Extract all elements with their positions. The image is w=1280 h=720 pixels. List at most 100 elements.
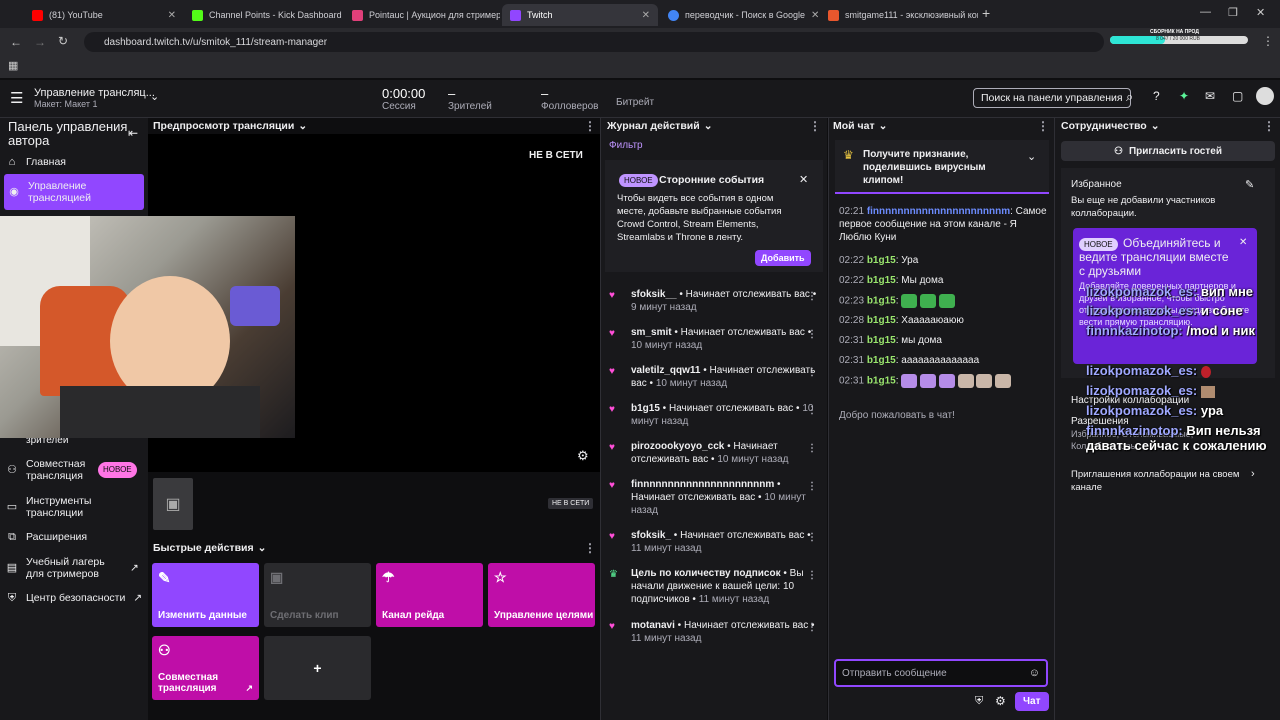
quick-action-collab[interactable]: ⚇ Совместная трансляция ↗	[152, 636, 259, 700]
chevron-down-icon[interactable]: ⌄	[298, 120, 307, 132]
more-options-icon[interactable]: ⋮	[807, 621, 817, 634]
more-options-icon[interactable]: ⋮	[1263, 119, 1275, 133]
invite-guests-button[interactable]: ⚇ Пригласить гостей	[1061, 141, 1275, 161]
gear-icon[interactable]: ⚙	[577, 448, 589, 464]
chevron-down-icon[interactable]: ⌄	[258, 542, 267, 554]
sidebar-item-bootcamp[interactable]: ▤ Учебный лагерь для стримеров ↗	[6, 556, 146, 580]
chat-user[interactable]: b1g15	[867, 255, 896, 266]
shield-icon[interactable]: ⛨	[975, 695, 983, 708]
quick-action-goals[interactable]: ☆ Управление целями	[488, 563, 595, 627]
close-icon[interactable]: ✕	[1239, 237, 1247, 248]
quick-action-clip[interactable]: ▣ Сделать клип	[264, 563, 371, 627]
more-options-icon[interactable]: ⋮	[807, 366, 817, 379]
sparkle-icon[interactable]: ✦	[1179, 89, 1189, 103]
forward-icon[interactable]: →	[34, 35, 46, 49]
avatar[interactable]	[1256, 87, 1274, 105]
maximize-button[interactable]: ❐	[1228, 6, 1238, 19]
emote-picker-icon[interactable]: ☺	[1029, 667, 1040, 679]
chevron-down-icon[interactable]: ⌄	[879, 120, 888, 132]
back-icon[interactable]: ←	[10, 35, 22, 49]
more-options-icon[interactable]: ⋮	[584, 119, 596, 133]
pencil-icon[interactable]: ✎	[1245, 178, 1254, 191]
search-icon[interactable]: ⌕	[1126, 89, 1133, 105]
filter-link[interactable]: Фильтр	[609, 140, 643, 151]
activity-user: sfoksik__	[631, 289, 677, 300]
quick-action-label: Канал рейда	[382, 610, 445, 621]
home-icon: ⌂	[8, 156, 16, 168]
close-icon[interactable]: ✕	[811, 10, 819, 21]
more-options-icon[interactable]: ⋮	[1037, 119, 1049, 133]
add-quick-action-button[interactable]: +	[264, 636, 371, 700]
more-options-icon[interactable]: ⋮	[807, 404, 817, 417]
heart-icon: ♥	[609, 480, 615, 491]
sidebar-item-tools[interactable]: ▭ Инструменты трансляции	[6, 495, 106, 519]
chevron-down-icon[interactable]: ⌄	[704, 120, 713, 132]
chat-user[interactable]: b1g15	[867, 376, 896, 387]
close-icon[interactable]: ✕	[168, 10, 176, 21]
emote-icon	[901, 294, 918, 308]
overlay-chat-line: finnnkazinotop: /mod и ник	[1086, 323, 1276, 338]
sidebar-item-extensions[interactable]: ⧉ Расширения	[6, 531, 87, 543]
chat-user[interactable]: b1g15	[867, 355, 896, 366]
followers-value: –	[541, 86, 549, 101]
chat-user[interactable]: b1g15	[867, 296, 896, 307]
chat-user[interactable]: finnnnnnnnnnnnnnnnnnnnnm	[867, 206, 1010, 217]
scene-thumbnail-icon[interactable]: ▣	[153, 478, 193, 530]
collapse-icon[interactable]: ⇤	[128, 126, 138, 140]
page-title: Управление трансляц...	[34, 87, 155, 99]
notifications-icon[interactable]: ▢	[1232, 89, 1243, 103]
heart-icon: ♥	[609, 531, 615, 542]
hamburger-icon[interactable]: ☰	[10, 89, 23, 107]
sidebar-item-safety[interactable]: ⛨ Центр безопасности ↗	[6, 592, 146, 604]
chevron-down-icon[interactable]: ⌄	[150, 90, 159, 103]
chat-user[interactable]: b1g15	[867, 275, 896, 286]
more-options-icon[interactable]: ⋮	[809, 119, 821, 133]
help-icon[interactable]: ?	[1153, 89, 1160, 103]
url-field[interactable]: dashboard.twitch.tv/u/smitok_111/stream-…	[84, 32, 1104, 52]
more-options-icon[interactable]: ⋮	[807, 480, 817, 493]
tab-youtube[interactable]: (81) YouTube ✕	[24, 4, 184, 26]
close-icon[interactable]: ✕	[799, 173, 808, 186]
close-window-button[interactable]: ✕	[1256, 6, 1265, 19]
minimize-button[interactable]: —	[1200, 6, 1211, 18]
more-options-icon[interactable]: ⋮	[584, 541, 596, 555]
quick-action-edit-info[interactable]: ✎ Изменить данные	[152, 563, 259, 627]
promo-add-button[interactable]: Добавить	[755, 250, 811, 266]
more-options-icon[interactable]: ⋮	[807, 569, 817, 582]
sidebar-item-home[interactable]: ⌂ Главная	[6, 156, 66, 168]
quick-action-raid[interactable]: ☂ Канал рейда	[376, 563, 483, 627]
heart-icon: ♥	[609, 328, 615, 339]
chat-input[interactable]: Отправить сообщение ☺	[834, 659, 1048, 687]
new-tab-button[interactable]: +	[982, 5, 990, 21]
tab-google[interactable]: переводчик - Поиск в Google ✕	[660, 4, 820, 26]
chat-user[interactable]: b1g15	[867, 315, 896, 326]
chat-send-button[interactable]: Чат	[1015, 692, 1049, 711]
chevron-down-icon[interactable]: ⌄	[1151, 120, 1160, 132]
emote-icon	[920, 374, 937, 388]
tab-pointauc[interactable]: Pointauc | Аукцион для стримеров✕	[344, 4, 500, 26]
overlay-text: и соне	[1200, 303, 1243, 318]
sidebar-item-collab[interactable]: ⚇ Совместная трансляция НОВОЕ	[6, 458, 146, 482]
more-options-icon[interactable]: ⋮	[807, 531, 817, 544]
inbox-icon[interactable]: ✉	[1205, 89, 1215, 103]
dashboard-search-button[interactable]: Поиск на панели управления	[973, 88, 1131, 108]
tab-twitch[interactable]: Twitch ✕	[502, 4, 658, 26]
sidebar-item-stream-manager[interactable]: ◉ Управление трансляцией	[4, 174, 144, 210]
chevron-right-icon[interactable]: ›	[1251, 468, 1255, 480]
menu-icon[interactable]: ⋮	[1262, 34, 1274, 48]
invite-setting[interactable]: Приглашения коллаборации на своем канале	[1071, 468, 1241, 494]
tab-boosty[interactable]: smitgame111 - эксклюзивный контент✕	[820, 4, 978, 26]
chevron-down-icon[interactable]: ⌄	[1027, 150, 1036, 163]
close-icon[interactable]: ✕	[642, 10, 650, 21]
more-options-icon[interactable]: ⋮	[807, 328, 817, 341]
apps-grid-icon[interactable]: ▦	[8, 59, 18, 72]
tab-kick[interactable]: Channel Points - Kick Dashboard✕	[184, 4, 344, 26]
chat-user[interactable]: b1g15	[867, 335, 896, 346]
more-options-icon[interactable]: ⋮	[807, 290, 817, 303]
gear-icon[interactable]: ⚙	[995, 694, 1006, 708]
collab-promo-title: Объединяйтесь и ведите трансляции вместе…	[1079, 236, 1229, 278]
dashboard-topnav: ☰ Управление трансляц... Макет: Макет 1 …	[0, 80, 1280, 118]
more-options-icon[interactable]: ⋮	[807, 442, 817, 455]
chat-text: Мы дома	[901, 275, 944, 286]
reload-icon[interactable]: ↻	[58, 34, 68, 48]
